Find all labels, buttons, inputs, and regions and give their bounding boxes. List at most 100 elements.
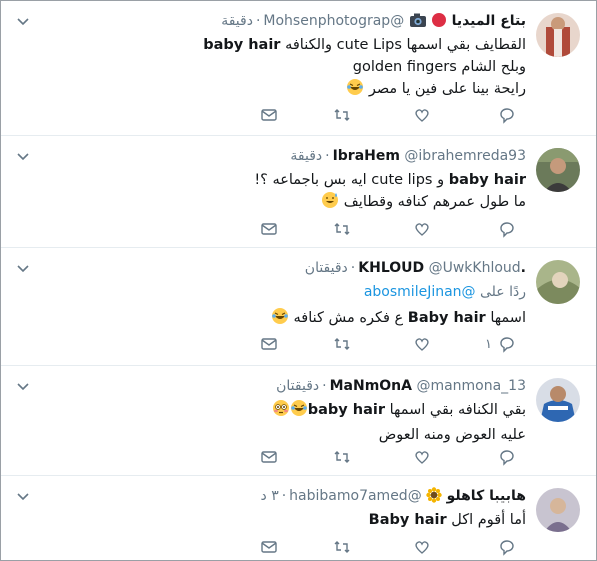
retweet-button[interactable]: [333, 335, 351, 353]
chevron-down-icon[interactable]: [15, 260, 31, 276]
timeline: بتاع الميديا @Mohsenphotograp·دقيقة القط…: [0, 0, 597, 561]
text-line: أما أقوم اكل Baby hair: [368, 512, 526, 528]
timestamp[interactable]: دقيقتان: [305, 260, 348, 276]
tweet-header: .KHLOUD @UwkKhloud·دقيقتان: [305, 258, 526, 278]
retweet-button[interactable]: [333, 538, 351, 556]
like-icon: [415, 541, 429, 554]
reply-button[interactable]: [492, 448, 516, 466]
reply-icon: [500, 108, 514, 124]
separator-dot: ·: [281, 488, 287, 504]
retweet-button[interactable]: [333, 106, 351, 124]
laughing-emoji-icon: [346, 78, 364, 103]
tweet-text: القطايف بقي اسمها cute Lips والكنافه bab…: [41, 34, 526, 103]
flushed-emoji-icon: [272, 399, 290, 424]
chevron-down-icon[interactable]: [15, 378, 31, 394]
like-icon: [415, 109, 429, 122]
sweat-smile-emoji-icon: [321, 191, 339, 216]
text-line: ما طول عمرهم كنافه وقطايف: [41, 191, 526, 216]
separator-dot: ·: [325, 148, 330, 164]
like-button[interactable]: [413, 106, 431, 124]
tweet[interactable]: بتاع الميديا @Mohsenphotograp·دقيقة القط…: [1, 1, 596, 136]
retweet-icon: [334, 109, 350, 121]
camera-icon: [409, 12, 427, 34]
retweet-icon: [334, 223, 350, 235]
reply-button[interactable]: [492, 220, 516, 238]
display-name[interactable]: IbraHem: [333, 148, 400, 164]
avatar[interactable]: [536, 260, 580, 304]
tweet-header: IbraHem @ibrahemreda93 ·دقيقة: [290, 146, 526, 166]
avatar[interactable]: [536, 13, 580, 57]
like-button[interactable]: [413, 220, 431, 238]
like-button[interactable]: [413, 448, 431, 466]
tweet[interactable]: .KHLOUD @UwkKhloud·دقيقتان ردًا على @abo…: [1, 248, 596, 366]
message-icon: [261, 109, 277, 121]
display-name[interactable]: MaNmOnA: [330, 378, 412, 394]
timestamp[interactable]: دقيقة: [290, 148, 322, 164]
tweet[interactable]: هابيبا كاهلو @habibamo7amed·٣ د أما أقوم…: [1, 476, 596, 560]
retweet-button[interactable]: [333, 448, 351, 466]
tweet[interactable]: MaNmOnA @manmona_13 ·دقيقتان بقي الكنافه …: [1, 366, 596, 476]
like-button[interactable]: [413, 538, 431, 556]
crying-laughing-emoji-icon: [271, 307, 289, 332]
tweet-text: بقي الكنافه بقي اسمها baby hair عليه الع…: [41, 399, 526, 446]
text-line: بقي الكنافه بقي اسمها baby hair: [41, 399, 526, 424]
tweet-actions: ١: [1, 335, 596, 355]
chevron-down-icon[interactable]: [15, 13, 31, 29]
crying-laughing-emoji-icon: [290, 399, 308, 424]
handle[interactable]: @ibrahemreda93: [404, 148, 526, 164]
message-button[interactable]: [260, 538, 278, 556]
sunflower-icon: [426, 487, 442, 509]
message-button[interactable]: [260, 448, 278, 466]
text-line: baby hair و cute lips ايه بس باجماعه ؟!: [254, 172, 526, 188]
reply-mention-link[interactable]: @abosmileJinan: [364, 284, 476, 300]
chevron-down-icon[interactable]: [15, 148, 31, 164]
reply-button[interactable]: [492, 106, 516, 124]
handle[interactable]: @Mohsenphotograp: [263, 13, 404, 29]
reply-icon: [500, 450, 514, 466]
reply-icon: [500, 222, 514, 238]
tweet-header: بتاع الميديا @Mohsenphotograp·دقيقة: [221, 11, 526, 34]
retweet-button[interactable]: [333, 220, 351, 238]
display-name[interactable]: هابيبا كاهلو: [447, 488, 526, 504]
message-button[interactable]: [260, 335, 278, 353]
reply-button[interactable]: ١: [485, 335, 516, 353]
reply-icon: [500, 337, 514, 353]
reply-icon: [500, 540, 514, 556]
handle[interactable]: @manmona_13: [416, 378, 526, 394]
message-icon: [261, 338, 277, 350]
replying-to: ردًا على @abosmileJinan: [363, 284, 526, 300]
display-name[interactable]: بتاع الميديا: [452, 13, 526, 29]
message-button[interactable]: [260, 220, 278, 238]
like-icon: [415, 451, 429, 464]
timestamp[interactable]: ٣ د: [261, 488, 279, 504]
message-icon: [261, 451, 277, 463]
separator-dot: ·: [322, 378, 327, 394]
tweet-text: ردًا على @abosmileJinan اسمها Baby hair …: [41, 281, 526, 332]
separator-dot: ·: [350, 260, 356, 276]
message-button[interactable]: [260, 106, 278, 124]
tweet-header: MaNmOnA @manmona_13 ·دقيقتان: [276, 376, 526, 396]
reply-button[interactable]: [492, 538, 516, 556]
reply-count: ١: [485, 336, 492, 352]
like-icon: [415, 338, 429, 351]
chevron-down-icon[interactable]: [15, 488, 31, 504]
tweet-actions: [1, 220, 596, 240]
tweet-actions: [1, 538, 596, 558]
text-line: رايحة بينا على فين يا مصر: [41, 78, 526, 103]
red-circle-icon: [431, 12, 447, 34]
handle[interactable]: @habibamo7amed: [289, 488, 422, 504]
text-line: عليه العوض ومنه العوض: [378, 427, 526, 443]
handle[interactable]: @UwkKhloud: [429, 260, 521, 276]
avatar[interactable]: [536, 488, 580, 532]
timestamp[interactable]: دقيقة: [221, 13, 253, 29]
like-button[interactable]: [413, 335, 431, 353]
tweet[interactable]: IbraHem @ibrahemreda93 ·دقيقة baby hair و…: [1, 136, 596, 248]
tweet-header: هابيبا كاهلو @habibamo7amed·٣ د: [261, 486, 526, 509]
avatar[interactable]: [536, 148, 580, 192]
separator-dot: ·: [255, 13, 261, 29]
retweet-icon: [334, 338, 350, 350]
timestamp[interactable]: دقيقتان: [276, 378, 319, 394]
retweet-icon: [334, 541, 350, 553]
avatar[interactable]: [536, 378, 580, 422]
text-line: القطايف بقي اسمها cute Lips والكنافه bab…: [203, 37, 526, 53]
